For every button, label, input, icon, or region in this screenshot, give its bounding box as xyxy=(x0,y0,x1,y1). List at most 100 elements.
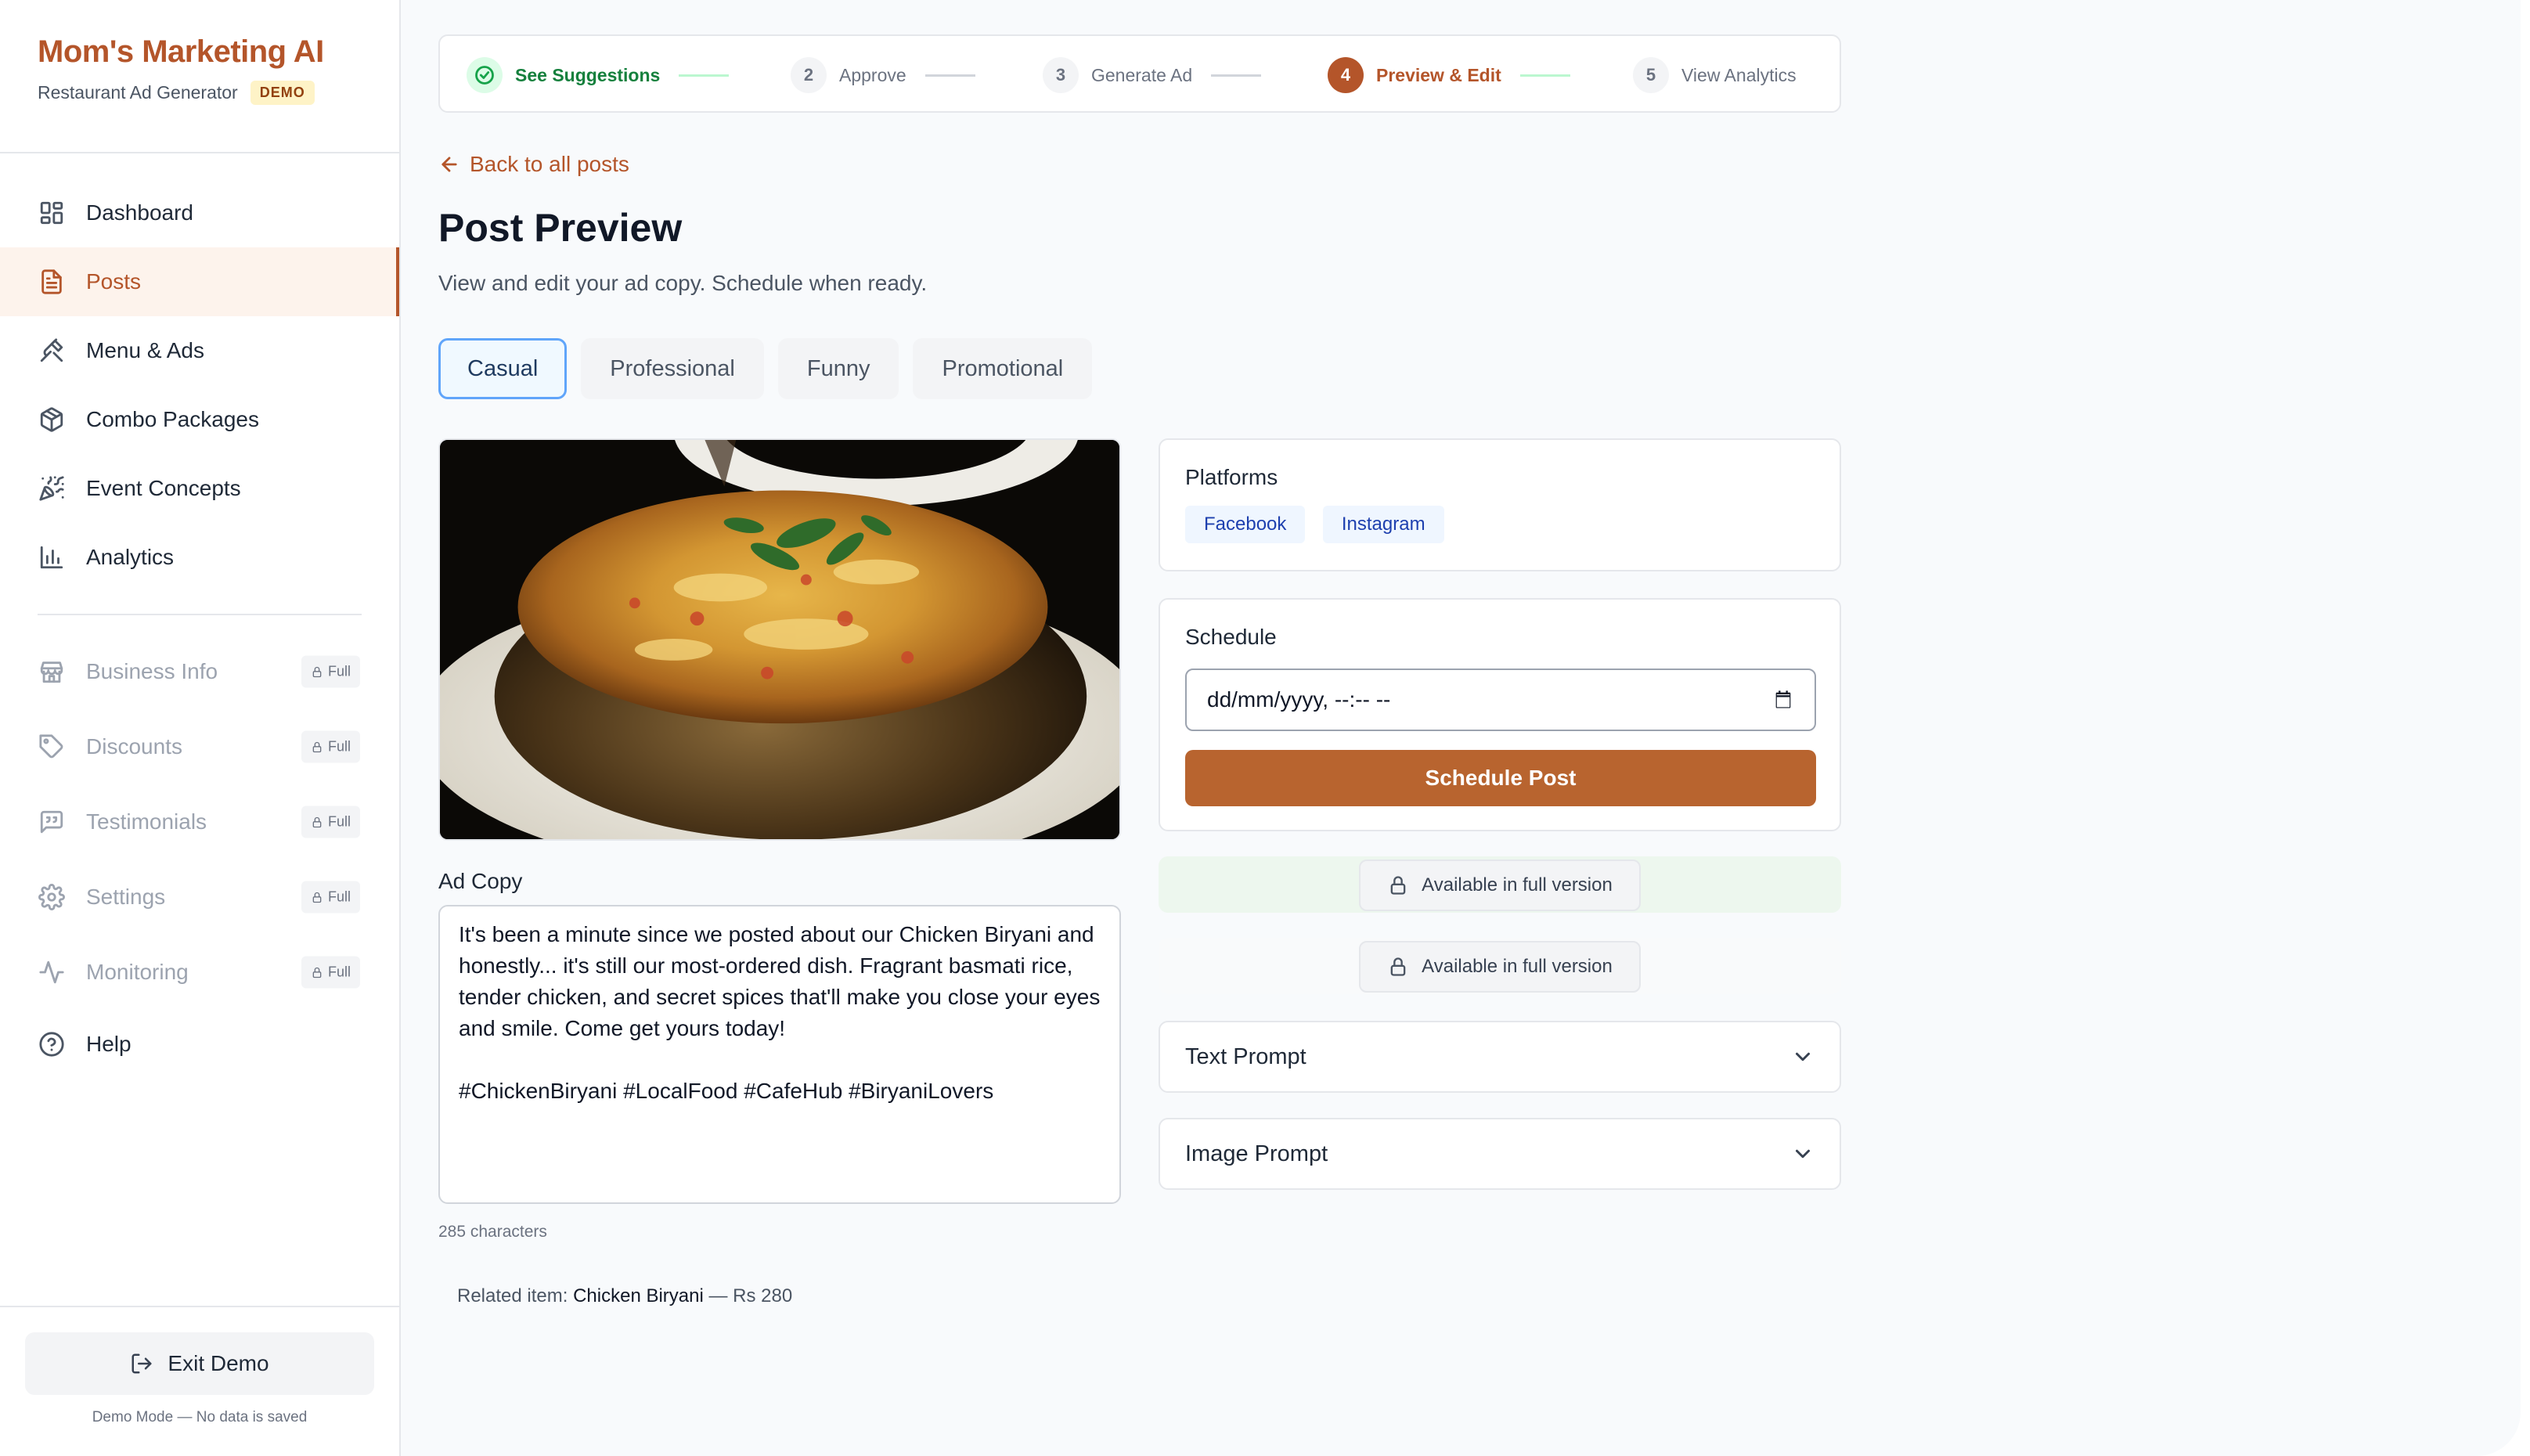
step-preview-edit[interactable]: 4 Preview & Edit xyxy=(1328,56,1570,94)
log-out-icon xyxy=(132,1353,152,1374)
sidebar-item-business-info[interactable]: Business Info Full xyxy=(0,634,399,709)
demo-badge: DEMO xyxy=(250,81,315,105)
sidebar-item-settings[interactable]: Settings Full xyxy=(0,860,399,935)
lock-icon xyxy=(312,967,322,978)
full-version-badge: Full xyxy=(301,956,360,989)
step-view-analytics[interactable]: 5 View Analytics xyxy=(1633,56,1797,94)
schedule-post-button[interactable]: Schedule Post xyxy=(1185,750,1816,806)
sidebar-item-monitoring[interactable]: Monitoring Full xyxy=(0,935,399,1010)
chevron-down-icon xyxy=(1796,1052,1810,1061)
calendar-icon[interactable] xyxy=(1772,689,1794,711)
locked-feature-row: Available in full version xyxy=(1159,938,1841,994)
available-in-full-version-pill[interactable]: Available in full version xyxy=(1359,941,1641,993)
step-connector xyxy=(1519,74,1570,77)
step-see-suggestions[interactable]: See Suggestions xyxy=(467,56,730,94)
platforms-title: Platforms xyxy=(1185,465,1278,489)
sidebar-item-discounts[interactable]: Discounts Full xyxy=(0,709,399,784)
brand-subtitle-row: Restaurant Ad Generator DEMO xyxy=(38,81,324,105)
lock-icon xyxy=(1390,876,1406,895)
lock-icon xyxy=(312,892,322,903)
page-title: Post Preview xyxy=(438,206,683,250)
sidebar-item-testimonials[interactable]: Testimonials Full xyxy=(0,784,399,860)
sidebar-item-label: Combo Packages xyxy=(86,407,260,431)
sidebar-item-menu-ads[interactable]: Menu & Ads xyxy=(0,316,399,385)
step-connector xyxy=(924,74,975,77)
store-icon xyxy=(38,658,66,686)
step-number: 2 xyxy=(791,57,827,93)
sidebar-item-label: Testimonials xyxy=(86,809,207,834)
step-generate-ad[interactable]: 3 Generate Ad xyxy=(1043,56,1262,94)
related-item-name: Chicken Biryani xyxy=(573,1285,704,1306)
sidebar-item-help[interactable]: Help xyxy=(0,1010,399,1079)
step-approve[interactable]: 2 Approve xyxy=(791,56,975,94)
character-count: 285 characters xyxy=(438,1223,547,1241)
check-circle-icon xyxy=(467,57,503,93)
step-label: Generate Ad xyxy=(1091,64,1193,85)
tab-promotional[interactable]: Promotional xyxy=(913,338,1093,399)
gear-icon xyxy=(38,883,66,911)
sidebar-item-label: Menu & Ads xyxy=(86,338,204,362)
lock-icon xyxy=(312,666,322,677)
full-version-badge: Full xyxy=(301,730,360,763)
sidebar-item-label: Event Concepts xyxy=(86,476,241,500)
image-prompt-accordion[interactable]: Image Prompt xyxy=(1159,1118,1841,1190)
ad-copy-textarea[interactable]: It's been a minute since we posted about… xyxy=(438,905,1121,1204)
sidebar-item-label: Posts xyxy=(86,269,142,294)
step-connector xyxy=(1211,74,1262,77)
brand: Mom's Marketing AI Restaurant Ad Generat… xyxy=(38,34,324,105)
tab-funny[interactable]: Funny xyxy=(777,338,899,399)
datetime-placeholder: dd/mm/yyyy, --:-- -- xyxy=(1207,687,1391,712)
platforms-card: Platforms Facebook Instagram xyxy=(1159,438,1841,571)
progress-stepper: See Suggestions 2 Approve 3 Generate Ad … xyxy=(438,34,1841,113)
brand-subtitle: Restaurant Ad Generator xyxy=(38,82,238,103)
ad-image xyxy=(438,438,1121,841)
sidebar: Mom's Marketing AI Restaurant Ad Generat… xyxy=(0,0,401,1456)
schedule-title: Schedule xyxy=(1185,625,1277,649)
demo-mode-note: Demo Mode — No data is saved xyxy=(92,1409,308,1425)
step-number: 4 xyxy=(1328,57,1364,93)
sidebar-item-label: Settings xyxy=(86,885,166,909)
text-prompt-accordion[interactable]: Text Prompt xyxy=(1159,1021,1841,1093)
message-square-quote-icon xyxy=(38,808,66,836)
back-to-posts-link[interactable]: Back to all posts xyxy=(438,152,629,177)
schedule-datetime-input[interactable]: dd/mm/yyyy, --:-- -- xyxy=(1185,669,1816,731)
exit-demo-label: Exit Demo xyxy=(168,1351,269,1375)
sidebar-item-combo-packages[interactable]: Combo Packages xyxy=(0,385,399,454)
locked-feature-row: Available in full version xyxy=(1159,856,1841,913)
accordion-label: Image Prompt xyxy=(1185,1141,1328,1166)
step-label: See Suggestions xyxy=(515,64,661,85)
tone-tabs: Casual Professional Funny Promotional xyxy=(438,338,1093,399)
sidebar-item-dashboard[interactable]: Dashboard xyxy=(0,178,399,247)
sidebar-item-label: Help xyxy=(86,1032,132,1056)
sidebar-item-label: Discounts xyxy=(86,734,182,759)
exit-demo-button[interactable]: Exit Demo xyxy=(25,1332,374,1395)
accordion-label: Text Prompt xyxy=(1185,1043,1306,1069)
step-number: 5 xyxy=(1633,57,1669,93)
sidebar-item-posts[interactable]: Posts xyxy=(0,247,399,316)
platform-chip-instagram[interactable]: Instagram xyxy=(1322,506,1444,543)
tab-casual[interactable]: Casual xyxy=(438,338,568,399)
ad-copy-label: Ad Copy xyxy=(438,869,523,893)
available-in-full-version-pill[interactable]: Available in full version xyxy=(1359,860,1641,911)
full-version-badge: Full xyxy=(301,655,360,688)
step-number: 3 xyxy=(1043,57,1079,93)
sidebar-item-label: Dashboard xyxy=(86,200,193,225)
arrow-left-icon xyxy=(441,157,457,172)
layout-dashboard-icon xyxy=(38,199,66,227)
package-icon xyxy=(38,405,66,434)
step-connector xyxy=(679,74,730,77)
platform-chip-facebook[interactable]: Facebook xyxy=(1185,506,1306,543)
sidebar-item-analytics[interactable]: Analytics xyxy=(0,523,399,592)
full-version-badge: Full xyxy=(301,805,360,838)
tab-professional[interactable]: Professional xyxy=(581,338,764,399)
platform-chips: Facebook Instagram xyxy=(1185,506,1815,543)
back-link-label: Back to all posts xyxy=(470,152,629,176)
chevron-down-icon xyxy=(1796,1149,1810,1159)
lock-icon xyxy=(312,816,322,827)
sidebar-item-event-concepts[interactable]: Event Concepts xyxy=(0,454,399,523)
utensils-icon xyxy=(38,337,66,365)
lock-icon xyxy=(1390,957,1406,976)
step-label: View Analytics xyxy=(1681,64,1797,85)
sidebar-divider xyxy=(0,152,399,153)
step-label: Approve xyxy=(839,64,906,85)
